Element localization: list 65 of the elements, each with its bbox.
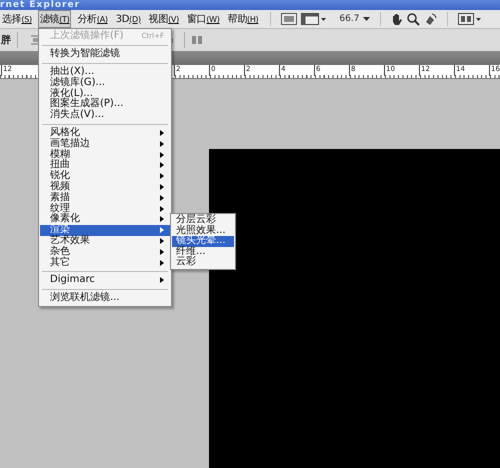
menu-item-label: 视频 [50,182,70,192]
menu-item-label: 像素化 [50,214,80,224]
menu-item-label: 转换为智能滤镜 [50,49,120,60]
menu-item[interactable]: 抽出(X)... [40,66,170,78]
menu-item-label: 扭曲 [50,160,70,170]
submenu-item[interactable]: 光照效果... [172,226,234,236]
menu-item[interactable]: 消失点(V)... [40,110,170,121]
screen-mode-icon[interactable] [301,13,328,25]
menu-item-label: 艺术效果 [50,236,90,246]
menu-item[interactable]: 液化(L)... [40,88,170,99]
hand-icon[interactable] [391,12,404,26]
menu-item-label: 消失点(V)... [50,110,104,120]
menu-item[interactable]: 浏览联机滤镜... [40,292,170,304]
arrange-documents-icon[interactable] [458,13,482,25]
rotate-view-icon[interactable] [424,12,438,26]
menu-item[interactable]: 画笔描边 [40,138,170,150]
menu-item-label: 素描 [50,192,70,203]
menu-item[interactable]: 素描 [40,192,170,204]
menu-item[interactable]: 滤镜库(G)... [40,77,170,88]
caret-icon[interactable] [363,17,370,21]
menu-item-label: 抽出(X)... [50,66,94,77]
menu-item-label: 杂色 [50,246,70,257]
menu-item[interactable]: 模糊 [40,149,170,160]
menu-item[interactable]: 转换为智能滤镜 [40,48,170,60]
menu-item[interactable]: 3D(D) [114,12,143,26]
menu-item[interactable]: 杂色 [40,246,170,258]
menu-item[interactable]: 视频 [40,182,170,192]
submenu-item[interactable]: 分层云彩 [172,215,234,226]
submenu-item[interactable]: 镜头光晕... [172,236,234,247]
window-title: rnet Explorer [0,0,80,10]
menu-item-label: 图案生成器(P)... [50,99,124,110]
menu-item[interactable]: 图案生成器(P)... [40,98,170,110]
menu-item[interactable]: Digimarc [40,274,170,286]
submenu-item[interactable]: 纤维... [172,246,234,258]
menu-item[interactable]: 扭曲 [40,160,170,171]
search-icon[interactable] [407,12,420,26]
menu-item-label: 纹理 [50,204,70,214]
menu-item[interactable]: 像素化 [40,214,170,225]
menu-item-label: 画笔描边 [50,138,90,149]
menu-item-label: 风格化 [50,128,80,138]
zoom-level[interactable]: 66.7 [339,14,360,24]
auto-align-icon[interactable] [191,34,203,46]
menu-item[interactable]: 窗口(W) [184,10,222,28]
menu-item-label: 浏览联机滤镜... [50,293,120,304]
menu-item-label: 模糊 [50,150,70,160]
menu-item[interactable]: 其它 [40,257,170,268]
menu-item[interactable]: 锐化 [40,170,170,182]
menu-item-label: Digimarc [50,275,95,286]
menu-item[interactable]: 艺术效果 [40,236,170,246]
menu-item-label: 渲染 [50,225,70,236]
menu-item-label: 液化(L)... [50,88,93,99]
menu-item[interactable]: 分析(A) [75,10,110,28]
menu-item[interactable]: 风格化 [40,128,170,138]
menu-item-label: 锐化 [50,171,70,182]
menu-item[interactable]: 视图(V) [146,10,181,28]
menu-item-label: 滤镜库(G)... [50,78,106,88]
submenu-item[interactable]: 云彩 [172,257,234,268]
menu-item-label: 上次滤镜操作(F) [50,31,124,42]
menu-item[interactable]: 渲染 [40,224,170,236]
menu-item[interactable]: 纹理 [40,203,170,214]
menu-item-label: 其它 [50,258,70,268]
menu-item[interactable]: 滤镜(T) [38,10,72,28]
options-label: 胖 [1,34,11,47]
menu-item[interactable]: 选择(S) [0,10,34,28]
menu-item[interactable]: 帮助(H) [226,10,260,28]
